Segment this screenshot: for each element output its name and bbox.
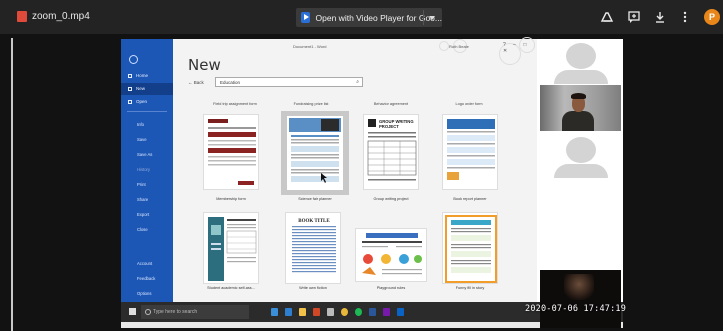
avatar-placeholder-body [554, 164, 608, 178]
template-group-writing-project[interactable]: GROUP WRITING PROJECT [363, 114, 419, 190]
svg-text:PROJECT: PROJECT [379, 124, 399, 129]
template-caption: Funny fill in story [455, 286, 485, 290]
avatar[interactable]: P [704, 9, 720, 25]
participant-body [562, 111, 594, 131]
drive-add-icon[interactable] [600, 10, 614, 24]
participant-video-tile[interactable] [540, 85, 621, 131]
more-vert-icon[interactable] [678, 10, 692, 24]
screen: zoom_0.mp4 Open with Video Player for Go… [0, 0, 723, 331]
participant-hair [571, 93, 586, 99]
template-caption: Logo order form [455, 102, 483, 106]
page-title: New [188, 56, 221, 74]
sidebar-item-options[interactable]: Options [137, 291, 151, 296]
sidebar-item-home[interactable]: Home [121, 70, 173, 82]
task-view-icon[interactable] [271, 308, 278, 316]
spotify-icon[interactable] [355, 308, 362, 316]
template-write-own-fiction[interactable]: BOOK TITLE [285, 212, 341, 284]
template-caption: Student academic self-ass... [207, 286, 255, 290]
participant-dim-video [564, 274, 594, 300]
edge-icon[interactable] [285, 308, 292, 316]
window-title: Document1 - Word [293, 44, 327, 49]
search-icon[interactable]: ⌕ [356, 78, 359, 87]
home-icon [128, 74, 132, 78]
divider [127, 111, 167, 112]
sidebar-item-label: Open [136, 99, 148, 104]
user-name[interactable]: Ruth Beale [449, 44, 469, 49]
mail-icon[interactable] [397, 308, 404, 316]
sidebar-item-label: Home [136, 73, 149, 78]
new-document-pane: Document1 - Word Ruth Beale ? – □ ✕ New … [173, 37, 537, 302]
template-caption: Write own fiction [299, 286, 327, 290]
sidebar-item-account[interactable]: Account [137, 261, 152, 266]
player-top-bar: zoom_0.mp4 Open with Video Player for Go… [0, 0, 723, 34]
participant-tile[interactable] [540, 133, 621, 178]
sidebar-item-label: New [136, 86, 146, 91]
open-with-button[interactable]: Open with Video Player for Goo... [296, 8, 442, 27]
template-playground-rules[interactable] [355, 228, 427, 282]
sidebar-item-feedback[interactable]: Feedback [137, 276, 155, 281]
chevron-down-icon[interactable] [429, 16, 435, 20]
sidebar-item-save[interactable]: Save [137, 137, 147, 142]
sidebar-item-export[interactable]: Export [137, 212, 149, 217]
template-student-self-assessment[interactable] [203, 212, 259, 284]
template-science-fair-planner[interactable] [281, 111, 349, 195]
back-link[interactable]: ← Back [188, 80, 204, 85]
avatar-placeholder-icon [566, 137, 596, 163]
template-caption: Book report planner [453, 197, 487, 201]
video-timestamp: 2020-07-06 17:47:19 [525, 304, 627, 314]
open-folder-icon [128, 100, 132, 104]
window-controls[interactable]: ? – □ ✕ [503, 42, 537, 54]
video-frame: Home New Open Info Save Save As History … [0, 34, 723, 331]
download-icon[interactable] [653, 10, 667, 24]
participant-video-tile[interactable] [540, 270, 621, 328]
file-explorer-icon[interactable] [299, 308, 306, 316]
store-icon[interactable] [327, 308, 334, 316]
template-membership-form[interactable] [203, 114, 259, 190]
template-funny-fill-in-story[interactable] [442, 212, 498, 284]
taskbar-search-input[interactable]: Type here to search [141, 305, 249, 319]
onenote-icon[interactable] [383, 308, 390, 316]
template-caption: Membership form [216, 197, 246, 201]
template-caption: Behavior agreement [373, 102, 409, 106]
new-doc-icon [128, 87, 132, 91]
sidebar-item-history[interactable]: History [137, 167, 150, 172]
participant-tile[interactable] [540, 39, 621, 84]
avatar-placeholder-body [554, 70, 608, 84]
sidebar-item-open[interactable]: Open [121, 96, 173, 108]
template-search-input[interactable]: Education ⌕ [215, 77, 363, 87]
svg-text:BOOK TITLE: BOOK TITLE [298, 219, 330, 224]
backstage-sidebar: Home New Open Info Save Save As History … [121, 39, 173, 302]
divider [423, 10, 424, 25]
sidebar-item-share[interactable]: Share [137, 197, 148, 202]
back-label: Back [193, 80, 204, 85]
chrome-icon[interactable] [341, 308, 348, 316]
template-caption: Group writing project [373, 197, 409, 201]
video-file-icon [17, 11, 27, 22]
search-value: Education [220, 80, 241, 85]
file-name: zoom_0.mp4 [32, 11, 90, 22]
template-caption: Science fair planner [298, 197, 332, 201]
template-caption: Field trip assignment form [213, 102, 257, 106]
template-caption: Fundraising prize list [293, 102, 329, 106]
sidebar-item-close[interactable]: Close [137, 227, 148, 232]
template-book-report-planner[interactable] [442, 114, 498, 190]
sidebar-item-save-as[interactable]: Save As [137, 152, 152, 157]
sidebar-item-info[interactable]: Info [137, 122, 144, 127]
windows-start-icon[interactable] [129, 308, 136, 315]
video-border [11, 38, 13, 331]
back-arrow-icon[interactable] [129, 55, 138, 64]
word-icon[interactable] [369, 308, 376, 316]
template-caption: Playground rules [376, 286, 406, 290]
avatar-placeholder-icon [566, 43, 596, 69]
add-comment-icon[interactable] [627, 10, 641, 24]
office-icon[interactable] [313, 308, 320, 316]
video-player-app-icon [301, 12, 310, 23]
sidebar-item-print[interactable]: Print [137, 182, 146, 187]
sidebar-item-new[interactable]: New [121, 83, 173, 95]
